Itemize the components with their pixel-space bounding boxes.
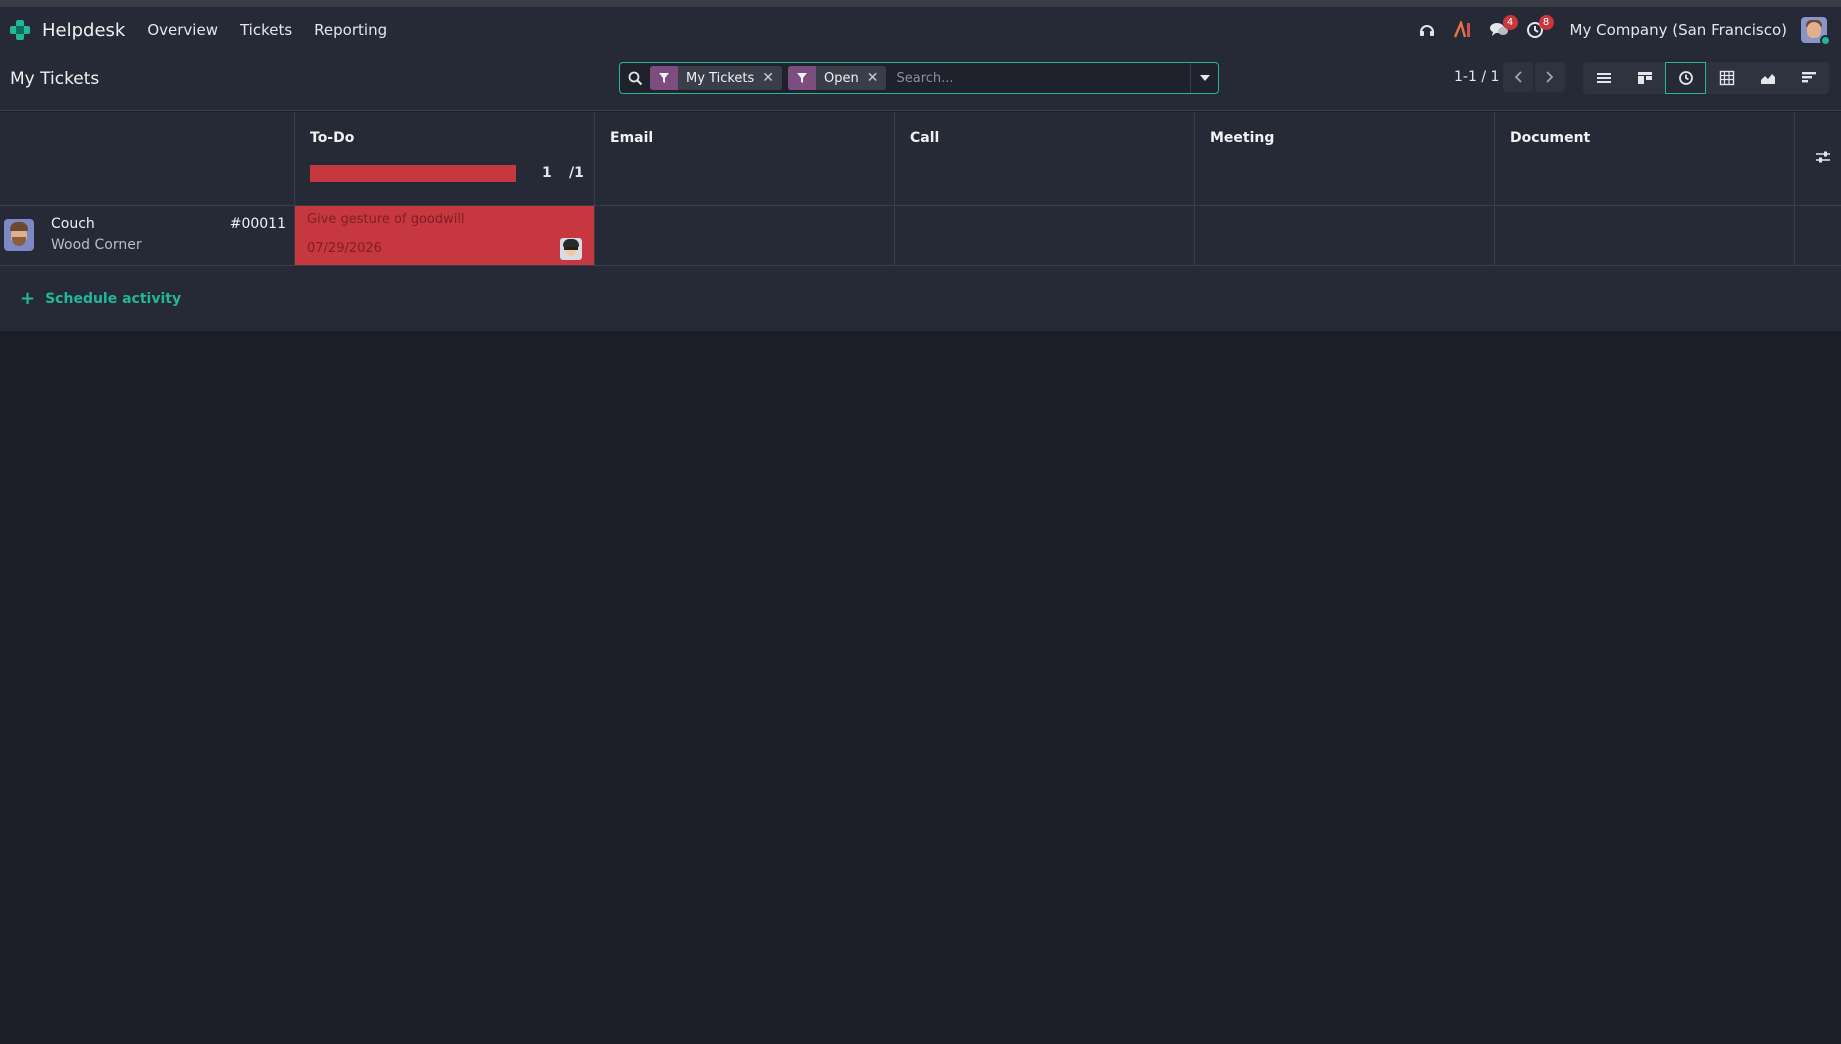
navbar-systray: 4 8 My Company (San Francisco)	[1416, 7, 1841, 53]
messages-icon[interactable]: 4	[1488, 15, 1518, 41]
chevron-left-icon	[1514, 71, 1522, 83]
record-name[interactable]: Couch	[51, 216, 95, 232]
facet-remove-icon[interactable]: ✕	[867, 70, 887, 86]
column-settings	[1795, 112, 1841, 205]
menu-overview[interactable]: Overview	[147, 21, 218, 39]
progress-overdue-segment[interactable]	[310, 165, 516, 182]
view-activity-button[interactable]	[1665, 62, 1706, 94]
todo-done-count: 1	[542, 165, 552, 181]
main-navbar: Helpdesk Overview Tickets Reporting 4 8 …	[0, 7, 1841, 53]
call-activity-cell[interactable]	[895, 206, 1195, 265]
user-avatar[interactable]	[1801, 17, 1831, 46]
window-top-strip	[0, 0, 1841, 7]
graph-icon	[1760, 74, 1775, 84]
todo-progress-bar[interactable]	[310, 165, 516, 182]
activity-grid: To-Do Email Call Meeting Document 1 /1 C…	[0, 112, 1841, 331]
pager-value[interactable]: 1-1 / 1	[1454, 69, 1499, 85]
activity-icon	[1678, 71, 1693, 85]
pager-next-button[interactable]	[1535, 62, 1565, 92]
email-activity-cell[interactable]	[595, 206, 895, 265]
app-name[interactable]: Helpdesk	[42, 20, 125, 41]
ai-assistant-icon[interactable]	[1452, 19, 1474, 41]
activities-badge: 8	[1538, 15, 1554, 30]
helpdesk-app-icon	[8, 18, 32, 42]
column-call[interactable]: Call	[895, 112, 1195, 205]
column-todo[interactable]: To-Do	[295, 112, 595, 205]
activity-header-row: To-Do Email Call Meeting Document	[0, 112, 1841, 206]
todo-total-count: /1	[569, 165, 584, 181]
app-brand[interactable]: Helpdesk	[8, 18, 147, 42]
view-list-button[interactable]	[1583, 62, 1624, 94]
facet-remove-icon[interactable]: ✕	[762, 70, 782, 86]
facet-my-tickets[interactable]: My Tickets ✕	[650, 66, 783, 90]
meeting-activity-cell[interactable]	[1195, 206, 1495, 265]
menu-reporting[interactable]: Reporting	[314, 21, 387, 39]
pager-previous-button[interactable]	[1503, 62, 1533, 92]
column-meeting[interactable]: Meeting	[1195, 112, 1495, 205]
voip-phone-icon[interactable]	[1416, 19, 1438, 41]
view-kanban-button[interactable]	[1624, 62, 1665, 94]
assigned-user-avatar	[560, 238, 582, 260]
todo-activity-cell[interactable]: Give gesture of goodwill 07/29/2026	[295, 206, 595, 265]
record-reference: #00011	[229, 216, 286, 232]
column-settings-icon[interactable]	[1815, 150, 1831, 168]
customer-avatar	[4, 219, 34, 251]
schedule-activity-label: Schedule activity	[45, 290, 182, 307]
activities-clock-icon[interactable]: 8	[1524, 15, 1554, 41]
online-status-icon	[1820, 35, 1831, 46]
company-switcher[interactable]: My Company (San Francisco)	[1570, 21, 1787, 39]
view-graph-button[interactable]	[1747, 62, 1788, 94]
row-filler	[1795, 206, 1841, 265]
view-pivot-button[interactable]	[1706, 62, 1747, 94]
column-title: Email	[610, 130, 654, 146]
plus-icon: +	[20, 288, 36, 309]
control-panel: My Tickets My Tickets ✕ Open ✕ 1-1 / 1	[0, 53, 1841, 111]
column-title: Call	[910, 130, 940, 146]
chevron-right-icon	[1546, 71, 1554, 83]
messages-badge: 4	[1502, 15, 1518, 30]
activity-date: 07/29/2026	[307, 241, 382, 256]
record-partner: Wood Corner	[51, 237, 142, 253]
column-title: Meeting	[1210, 130, 1275, 146]
column-email[interactable]: Email	[595, 112, 895, 205]
facet-label: Open	[824, 70, 859, 86]
page-title: My Tickets	[10, 69, 100, 89]
cohort-icon	[1801, 72, 1816, 83]
filter-icon	[788, 66, 817, 90]
schedule-activity-button[interactable]: + Schedule activity	[20, 288, 181, 309]
record-cell[interactable]: Couch Wood Corner #00011	[0, 206, 295, 265]
menu-tickets[interactable]: Tickets	[240, 21, 292, 39]
kanban-icon	[1637, 72, 1652, 84]
search-icon[interactable]	[620, 71, 650, 86]
list-icon	[1596, 73, 1611, 83]
view-switcher	[1583, 62, 1829, 94]
column-document[interactable]: Document	[1495, 112, 1795, 205]
filter-icon	[650, 66, 678, 90]
facet-label: My Tickets	[686, 70, 755, 86]
table-row[interactable]: Couch Wood Corner #00011 Give gesture of…	[0, 206, 1841, 266]
column-title: Document	[1510, 130, 1591, 146]
caret-down-icon	[1199, 75, 1210, 81]
activity-summary: Give gesture of goodwill	[307, 212, 465, 227]
search-options-toggle[interactable]	[1190, 63, 1218, 93]
grid-footer: + Schedule activity	[0, 266, 1841, 331]
document-activity-cell[interactable]	[1495, 206, 1795, 265]
facet-open[interactable]: Open ✕	[788, 66, 887, 90]
view-cohort-button[interactable]	[1788, 62, 1829, 94]
record-column-header	[0, 112, 295, 205]
search-input[interactable]	[892, 64, 1190, 92]
pivot-icon	[1719, 70, 1734, 86]
column-title: To-Do	[310, 130, 355, 146]
search-bar[interactable]: My Tickets ✕ Open ✕	[619, 62, 1219, 94]
